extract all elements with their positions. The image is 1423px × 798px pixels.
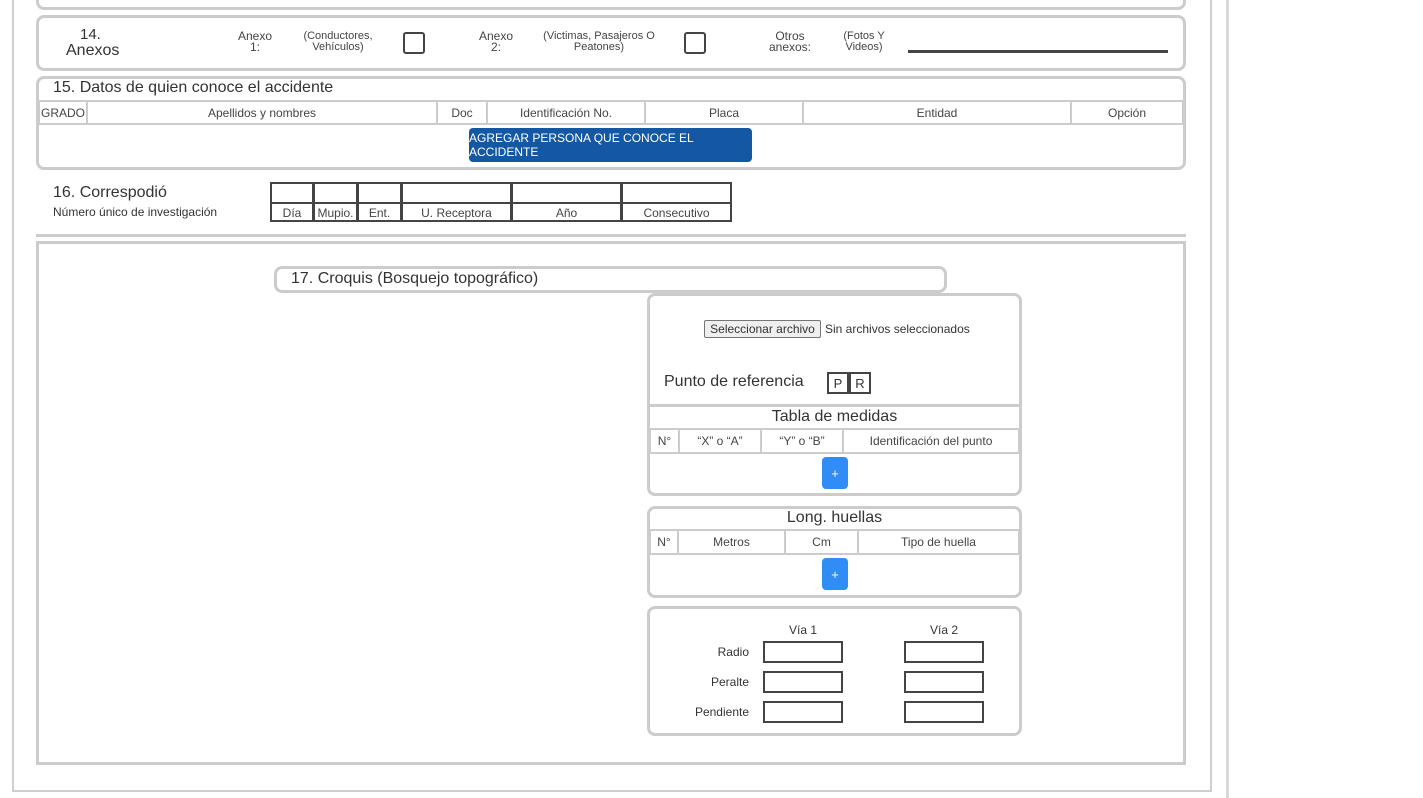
huellas-title: Long. huellas	[786, 509, 883, 526]
col-apellidos-nombres: Apellidos y nombres	[86, 100, 438, 125]
reference-point-label: Punto de referencia	[664, 373, 804, 390]
section-14-number: 14.	[80, 26, 101, 43]
code-consecutivo-input[interactable]	[621, 182, 732, 204]
medidas-col-n: N°	[649, 428, 680, 454]
add-person-button[interactable]: AGREGAR PERSONA QUE CONOCE EL ACCIDENTE	[469, 128, 752, 162]
code-consecutivo-label: Consecutivo	[621, 202, 732, 222]
medidas-col-identificacion: Identificación del punto	[842, 428, 1020, 454]
file-select-button[interactable]: Seleccionar archivo	[704, 320, 821, 338]
row-pendiente-label: Pendiente	[694, 705, 749, 719]
pendiente-via2-input[interactable]	[904, 701, 984, 723]
anexo2-label: Anexo 2:	[478, 29, 514, 54]
file-status-text: Sin archivos seleccionados	[825, 322, 970, 336]
col-entidad: Entidad	[802, 100, 1072, 125]
col-identificacion: Identificación No.	[486, 100, 646, 125]
code-receptora-label: U. Receptora	[401, 202, 512, 222]
section-17-title: 17. Croquis (Bosquejo topográfico)	[291, 270, 539, 287]
code-dia-input[interactable]	[270, 182, 314, 204]
radio-via1-input[interactable]	[763, 641, 843, 663]
anexo2-checkbox[interactable]	[684, 32, 706, 54]
section-16-subtitle: Número único de investigación	[53, 205, 218, 219]
col-opcion: Opción	[1070, 100, 1184, 125]
section-15-title: 15. Datos de quien conoce el accidente	[53, 79, 334, 96]
anexo1-label: Anexo 1:	[237, 29, 273, 54]
code-mupio-input[interactable]	[313, 182, 358, 204]
section-divider	[36, 234, 1186, 237]
code-dia-label: Día	[270, 202, 314, 222]
add-medida-button[interactable]: +	[822, 457, 848, 489]
previous-section-edge	[36, 0, 1186, 10]
otros-anexos-input[interactable]	[908, 36, 1168, 53]
medidas-col-x: “X” o “A”	[678, 428, 762, 454]
code-receptora-input[interactable]	[401, 182, 512, 204]
medidas-col-y: “Y” o “B”	[760, 428, 844, 454]
section-14-title: Anexos	[66, 42, 120, 59]
otros-anexos-label: Otros anexos:	[768, 29, 812, 54]
code-ano-input[interactable]	[511, 182, 622, 204]
pendiente-via1-input[interactable]	[763, 701, 843, 723]
peralte-via2-input[interactable]	[904, 671, 984, 693]
medidas-title: Tabla de medidas	[771, 408, 898, 425]
reference-p-box[interactable]: P	[827, 372, 849, 394]
huellas-col-tipo: Tipo de huella	[857, 529, 1020, 555]
anexo2-desc: (Victimas, Pasajeros O Peatones)	[543, 30, 655, 53]
via2-header: Vía 2	[929, 623, 959, 637]
code-ano-label: Año	[511, 202, 622, 222]
medidas-top-line	[649, 404, 1020, 407]
code-mupio-label: Mupio.	[313, 202, 358, 222]
via1-header: Vía 1	[788, 623, 818, 637]
peralte-via1-input[interactable]	[763, 671, 843, 693]
code-ent-input[interactable]	[357, 182, 402, 204]
add-huella-button[interactable]: +	[822, 558, 848, 590]
huellas-col-n: N°	[649, 529, 679, 555]
reference-r-box[interactable]: R	[849, 372, 871, 394]
otros-anexos-desc: (Fotos Y Videos)	[843, 30, 885, 53]
row-radio-label: Radio	[717, 645, 749, 659]
anexo1-desc: (Conductores, Vehículos)	[303, 30, 373, 53]
section-16-title: 16. Correspodió	[53, 184, 167, 201]
col-grado: GRADO	[38, 100, 88, 125]
row-peralte-label: Peralte	[710, 675, 749, 689]
radio-via2-input[interactable]	[904, 641, 984, 663]
col-doc: Doc	[436, 100, 488, 125]
page-edge	[1226, 0, 1229, 798]
code-ent-label: Ent.	[357, 202, 402, 222]
col-placa: Placa	[644, 100, 804, 125]
anexo1-checkbox[interactable]	[403, 32, 425, 54]
huellas-col-metros: Metros	[677, 529, 786, 555]
huellas-col-cm: Cm	[784, 529, 859, 555]
